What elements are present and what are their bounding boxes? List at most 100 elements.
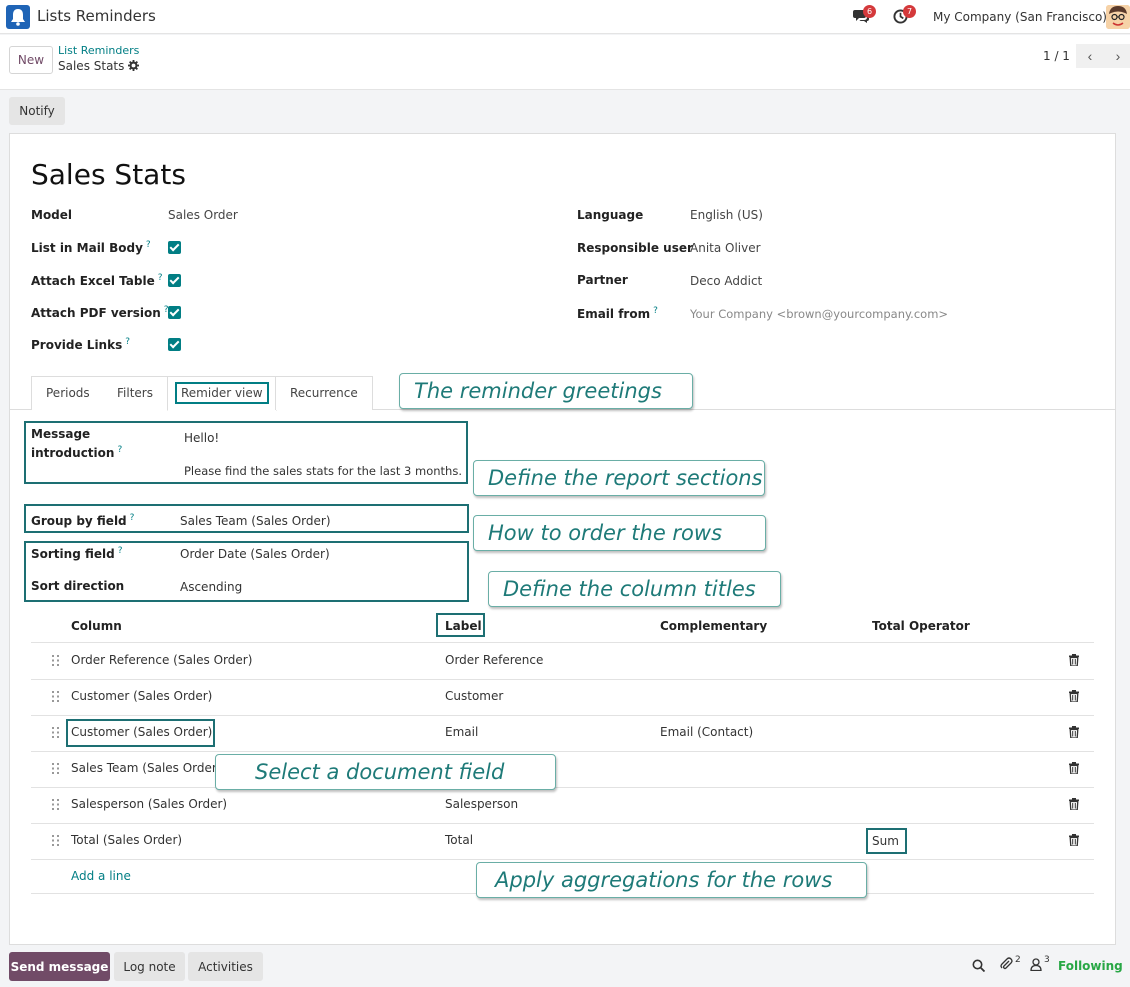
row-column-cell[interactable]: Total (Sales Order): [71, 833, 182, 847]
drag-handle-icon[interactable]: [52, 655, 60, 666]
bell-app-icon[interactable]: [6, 5, 30, 29]
row-label-cell[interactable]: Email: [445, 725, 478, 739]
trash-icon[interactable]: [1069, 690, 1079, 703]
following-button[interactable]: Following: [1058, 959, 1123, 973]
breadcrumb-parent-link[interactable]: List Reminders: [58, 44, 139, 57]
trash-icon[interactable]: [1069, 762, 1079, 775]
breadcrumb-current-label: Sales Stats: [58, 59, 125, 73]
table-divider: [31, 679, 1094, 680]
sort-direction-value[interactable]: Ascending: [180, 580, 242, 594]
sorting-value[interactable]: Order Date (Sales Order): [180, 547, 330, 561]
row-total-operator-cell[interactable]: Sum: [872, 834, 899, 848]
activities-clock-icon[interactable]: 7: [893, 5, 916, 25]
row-column-cell[interactable]: Sales Team (Sales Order): [71, 761, 222, 775]
row-column-cell[interactable]: Customer (Sales Order): [71, 725, 212, 739]
field-label-sorting: Sorting field?: [31, 546, 123, 561]
email-from-input[interactable]: Your Company <brown@yourcompany.com>: [690, 307, 948, 321]
app-title: Lists Reminders: [37, 7, 156, 25]
row-column-cell[interactable]: Order Reference (Sales Order): [71, 653, 252, 667]
row-complementary-cell[interactable]: Email (Contact): [660, 725, 753, 739]
group-by-value[interactable]: Sales Team (Sales Order): [180, 514, 331, 528]
trash-icon[interactable]: [1069, 726, 1079, 739]
field-label-message-1: Message: [31, 427, 91, 441]
field-label-group-by: Group by field?: [31, 513, 135, 528]
notify-button[interactable]: Notify: [9, 97, 65, 125]
tab-reminder-view[interactable]: Remider view: [167, 376, 277, 411]
attach-excel-checkbox[interactable]: [168, 274, 181, 287]
partner-value[interactable]: Deco Addict: [690, 274, 762, 288]
callout-titles: Define the column titles: [488, 571, 781, 607]
table-divider: [31, 715, 1094, 716]
help-icon[interactable]: ?: [118, 546, 123, 556]
tab-periods[interactable]: Periods: [31, 376, 104, 410]
add-line-link[interactable]: Add a line: [71, 869, 131, 883]
callout-aggregations: Apply aggregations for the rows: [476, 862, 867, 898]
log-note-button[interactable]: Log note: [114, 952, 185, 981]
column-header-label[interactable]: Label: [445, 619, 482, 633]
help-icon[interactable]: ?: [158, 273, 163, 283]
activities-button[interactable]: Activities: [188, 952, 263, 981]
provide-links-checkbox[interactable]: [168, 338, 181, 351]
record-title[interactable]: Sales Stats: [31, 158, 186, 191]
tab-filters[interactable]: Filters: [103, 376, 167, 410]
drag-handle-icon[interactable]: [52, 727, 60, 738]
trash-icon[interactable]: [1069, 834, 1079, 847]
table-divider: [31, 642, 1094, 643]
list-in-mail-body-checkbox[interactable]: [168, 241, 181, 254]
drag-handle-icon[interactable]: [52, 691, 60, 702]
attach-pdf-checkbox[interactable]: [168, 306, 181, 319]
chevron-left-icon: ‹: [1087, 48, 1093, 64]
column-header-total-operator[interactable]: Total Operator: [872, 619, 970, 633]
field-label-partner: Partner: [577, 273, 628, 287]
field-label-sort-direction: Sort direction: [31, 579, 125, 593]
pager-prev-button[interactable]: ‹: [1076, 44, 1104, 68]
field-label-language: Language: [577, 208, 644, 222]
table-divider: [31, 859, 1094, 860]
row-label-cell[interactable]: Order Reference: [445, 653, 543, 667]
field-label-model: Model: [31, 208, 73, 222]
pager-next-button[interactable]: ›: [1104, 44, 1130, 68]
column-header-complementary[interactable]: Complementary: [660, 619, 767, 633]
trash-icon[interactable]: [1069, 654, 1079, 667]
search-icon[interactable]: [972, 959, 986, 975]
help-icon[interactable]: ?: [117, 445, 122, 455]
tab-recurrence[interactable]: Recurrence: [275, 376, 373, 410]
drag-handle-icon[interactable]: [52, 763, 60, 774]
field-label-provide-links: Provide Links?: [31, 337, 131, 352]
message-line-1[interactable]: Hello!: [184, 431, 219, 445]
drag-handle-icon[interactable]: [52, 835, 60, 846]
pager-value[interactable]: 1 / 1: [1043, 49, 1070, 63]
followers-icon[interactable]: [1030, 958, 1042, 974]
row-label-cell[interactable]: Total: [445, 833, 473, 847]
model-value[interactable]: Sales Order: [168, 208, 238, 222]
send-message-button[interactable]: Send message: [9, 952, 110, 981]
table-divider: [31, 787, 1094, 788]
help-icon[interactable]: ?: [146, 240, 151, 250]
help-icon[interactable]: ?: [130, 513, 135, 523]
message-line-2[interactable]: Please find the sales stats for the last…: [184, 464, 462, 478]
row-label-cell[interactable]: Customer: [445, 689, 503, 703]
gear-icon[interactable]: [128, 60, 140, 74]
column-header-column[interactable]: Column: [71, 619, 122, 633]
row-column-cell[interactable]: Salesperson (Sales Order): [71, 797, 227, 811]
chevron-right-icon: ›: [1115, 48, 1121, 64]
drag-handle-icon[interactable]: [52, 799, 60, 810]
messages-icon[interactable]: 6: [853, 5, 876, 25]
responsible-value[interactable]: Anita Oliver: [690, 241, 761, 255]
attachments-count: 2: [1015, 955, 1021, 965]
help-icon[interactable]: ?: [653, 306, 658, 316]
help-icon[interactable]: ?: [125, 337, 130, 347]
table-divider: [31, 751, 1094, 752]
user-avatar[interactable]: [1106, 5, 1130, 29]
field-label-attach-excel: Attach Excel Table?: [31, 273, 163, 288]
language-value[interactable]: English (US): [690, 208, 763, 222]
company-switcher[interactable]: My Company (San Francisco): [933, 10, 1107, 24]
row-column-cell[interactable]: Customer (Sales Order): [71, 689, 212, 703]
trash-icon[interactable]: [1069, 798, 1079, 811]
callout-sections: Define the report sections: [473, 460, 765, 496]
new-button[interactable]: New: [9, 46, 53, 74]
paperclip-icon[interactable]: [999, 957, 1013, 974]
field-label-list-in-mail-body: List in Mail Body?: [31, 240, 151, 255]
field-label-email-from: Email from?: [577, 306, 658, 321]
row-label-cell[interactable]: Salesperson: [445, 797, 518, 811]
